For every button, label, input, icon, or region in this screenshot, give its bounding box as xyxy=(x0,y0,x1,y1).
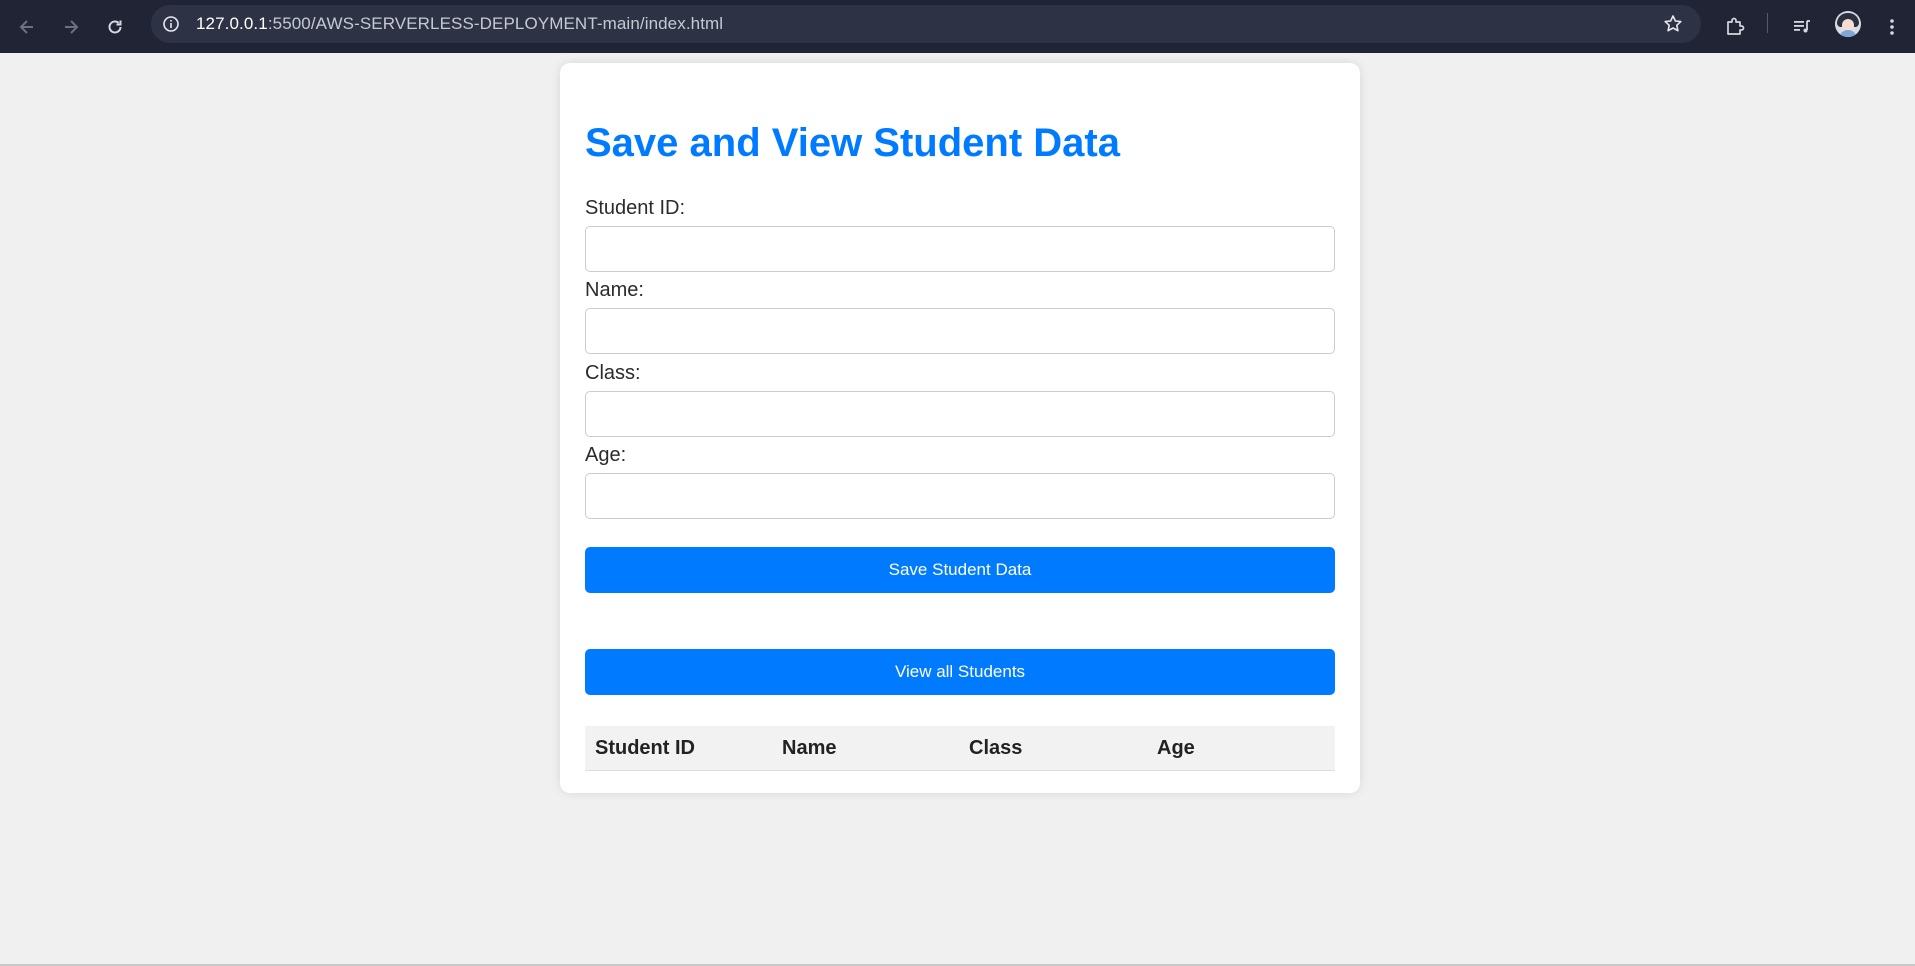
info-icon xyxy=(163,16,179,32)
page-title: Save and View Student Data xyxy=(585,121,1120,165)
forward-arrow-icon xyxy=(65,19,79,34)
save-student-button[interactable]: Save Student Data xyxy=(585,547,1335,593)
reload-button[interactable] xyxy=(93,5,137,49)
url-text[interactable]: 127.0.0.1:5500/AWS-SERVERLESS-DEPLOYMENT… xyxy=(196,14,723,34)
media-queue-button[interactable] xyxy=(1786,11,1818,43)
class-label: Class: xyxy=(585,362,641,384)
more-vert-icon xyxy=(1890,19,1894,35)
name-input[interactable] xyxy=(585,308,1335,354)
media-queue-icon xyxy=(1794,20,1810,33)
table-header-class: Class xyxy=(969,737,1023,759)
age-input[interactable] xyxy=(585,473,1335,519)
student-id-label: Student ID: xyxy=(585,197,686,219)
extensions-icon xyxy=(1727,17,1745,35)
extensions-button[interactable] xyxy=(1719,11,1751,43)
menu-button[interactable] xyxy=(1876,11,1908,43)
url-host: 127.0.0.1 xyxy=(196,14,268,33)
table-header-name: Name xyxy=(782,737,837,759)
star-icon xyxy=(1664,15,1682,32)
table-header-age: Age xyxy=(1157,737,1195,759)
table-header-student-id: Student ID xyxy=(595,737,695,759)
site-info-button[interactable] xyxy=(155,8,187,40)
browser-toolbar: 127.0.0.1:5500/AWS-SERVERLESS-DEPLOYMENT… xyxy=(0,0,1915,53)
address-bar[interactable]: 127.0.0.1:5500/AWS-SERVERLESS-DEPLOYMENT… xyxy=(151,5,1701,43)
page-viewport: Save and View Student Data Student ID: N… xyxy=(0,53,1915,966)
class-input[interactable] xyxy=(585,391,1335,437)
bookmark-button[interactable] xyxy=(1659,10,1687,38)
student-form-card: Save and View Student Data Student ID: N… xyxy=(560,63,1360,793)
name-label: Name: xyxy=(585,279,644,301)
view-all-students-button[interactable]: View all Students xyxy=(585,649,1335,695)
reload-icon xyxy=(108,19,122,33)
toolbar-divider xyxy=(1767,13,1768,33)
age-label: Age: xyxy=(585,444,627,466)
student-id-input[interactable] xyxy=(585,226,1335,272)
back-button[interactable] xyxy=(5,5,49,49)
url-path: :5500/AWS-SERVERLESS-DEPLOYMENT-main/ind… xyxy=(267,14,724,33)
back-arrow-icon xyxy=(19,19,33,34)
students-table: Student ID Name Class Age xyxy=(585,726,1335,771)
forward-button[interactable] xyxy=(49,5,93,49)
profile-avatar[interactable] xyxy=(1835,11,1861,37)
